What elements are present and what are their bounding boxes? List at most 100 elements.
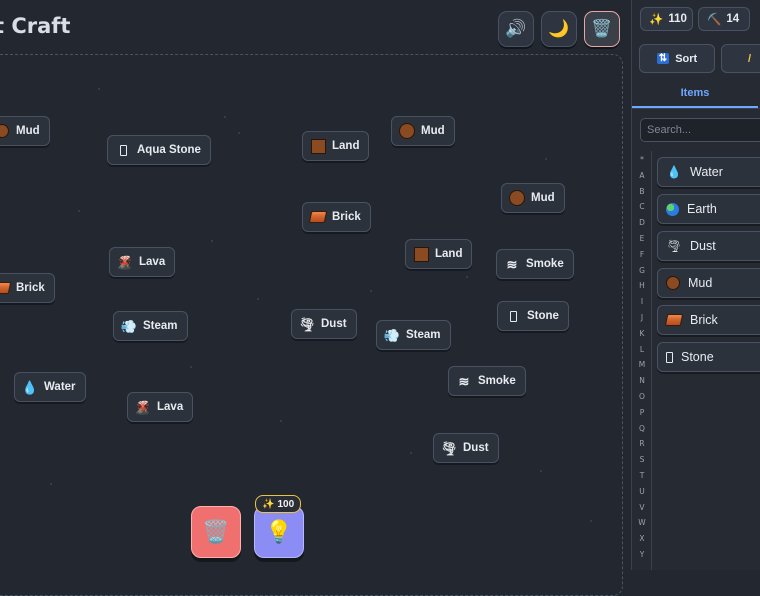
sidebar-item-water[interactable]: 💧 Water (657, 157, 760, 187)
wand-counter: ✨ 110 (640, 7, 693, 31)
dust-icon: 🌪 (440, 440, 458, 456)
mud-icon (399, 123, 415, 139)
canvas-element[interactable]: 🌋 Lava (127, 392, 194, 422)
alphabet-letter[interactable]: W (632, 518, 652, 527)
dust-icon: 🌪 (666, 239, 682, 253)
wand-icon: ✨ (649, 14, 664, 26)
sidebar-tabs: Items (632, 80, 760, 109)
canvas-element[interactable]: 🌋 Lava (109, 247, 176, 277)
canvas-element[interactable]: 💨 Steam (376, 320, 451, 350)
lava-icon: 🌋 (134, 399, 152, 415)
sidebar-item-dust[interactable]: 🌪 Dust (657, 231, 760, 261)
alphabet-letter[interactable]: B (632, 187, 652, 196)
water-icon: 💧 (666, 165, 682, 179)
sidebar-item-earth[interactable]: Earth (657, 194, 760, 224)
canvas-element[interactable]: Mud (501, 183, 565, 213)
clear-canvas-button[interactable]: 🗑️ (584, 11, 620, 47)
lightbulb-icon: 💡 (265, 519, 293, 544)
water-icon: 💧 (21, 379, 39, 395)
alphabet-letter[interactable]: T (632, 471, 652, 480)
alphabet-letter[interactable]: A (632, 171, 652, 180)
land-icon (413, 246, 429, 262)
hint-count-badge: ✨ 100 (255, 495, 302, 513)
brick-icon (0, 280, 12, 296)
hint-button[interactable]: 💡 (254, 506, 304, 558)
mud-icon (666, 276, 680, 290)
trash-icon: 🗑️ (202, 519, 230, 544)
smoke-icon: ≋ (506, 256, 518, 272)
search-input[interactable] (640, 118, 760, 142)
sort-icon: ⇅ (656, 53, 670, 64)
app-title: t Craft (0, 14, 71, 38)
wand-icon: / (748, 52, 752, 65)
alphabet-letter[interactable]: Q (632, 424, 652, 433)
canvas-element[interactable]: 🌪 Dust (433, 433, 499, 463)
alphabet-letter[interactable]: H (632, 281, 652, 290)
alphabet-letter[interactable]: Y (632, 550, 652, 559)
alphabet-letter[interactable]: X (632, 534, 652, 543)
alphabet-letter[interactable]: F (632, 250, 652, 259)
trash-icon: 🗑️ (591, 19, 613, 38)
alphabet-letter[interactable]: C (632, 202, 652, 211)
alphabet-letter[interactable]: O (632, 392, 652, 401)
lava-icon: 🌋 (116, 254, 134, 270)
alphabet-letter[interactable]: V (632, 503, 652, 512)
canvas-element[interactable]: Aqua Stone (107, 135, 211, 165)
alphabet-letter[interactable]: J (632, 313, 652, 322)
aqua-stone-icon (115, 142, 131, 158)
alphabet-letter[interactable]: M (632, 360, 652, 369)
sound-button[interactable]: 🔊 (498, 11, 534, 47)
speaker-icon: 🔊 (505, 19, 527, 38)
pickaxe-counter: ⛏️ 14 (698, 7, 750, 31)
pickaxe-icon: ⛏️ (707, 14, 722, 26)
canvas-element[interactable]: Land (302, 131, 370, 161)
canvas-element[interactable]: Mud (0, 116, 50, 146)
sidebar-item-brick[interactable]: Brick (657, 305, 760, 335)
wand-icon: ✨ (262, 498, 275, 510)
top-bar: t Craft 🔊 🌙 🗑️ (0, 0, 632, 56)
mud-icon (509, 190, 525, 206)
canvas-element[interactable]: 🌪 Dust (291, 309, 357, 339)
canvas-element[interactable]: ≋ Smoke (496, 249, 574, 279)
tool-button[interactable]: / (721, 44, 760, 73)
alphabet-letter[interactable]: E (632, 234, 652, 243)
alphabet-letter[interactable]: K (632, 329, 652, 338)
stone-icon (666, 351, 673, 363)
canvas-element[interactable]: Brick (302, 202, 371, 232)
trash-drop-button[interactable]: 🗑️ (191, 506, 241, 558)
alphabet-letter[interactable]: * (632, 155, 652, 164)
sidebar-item-stone[interactable]: Stone (657, 342, 760, 372)
sort-button[interactable]: ⇅ Sort (639, 44, 715, 73)
alphabet-letter[interactable]: R (632, 439, 652, 448)
dust-icon: 🌪 (298, 316, 316, 332)
alphabet-index: * A B C D E F G H I J K L M N O P Q R S T U V W X Y (632, 151, 652, 570)
smoke-icon: ≋ (458, 373, 470, 389)
canvas-element[interactable]: 💧 Water (14, 372, 86, 402)
steam-icon: 💨 (120, 318, 138, 334)
alphabet-letter[interactable]: S (632, 455, 652, 464)
theme-toggle-button[interactable]: 🌙 (541, 11, 577, 47)
canvas-element[interactable]: Stone (497, 301, 569, 331)
stone-icon (505, 308, 521, 324)
canvas-element[interactable]: Mud (391, 116, 455, 146)
alphabet-letter[interactable]: D (632, 218, 652, 227)
canvas-element[interactable]: Land (405, 239, 473, 269)
tab-items[interactable]: Items (632, 80, 758, 108)
alphabet-letter[interactable]: N (632, 376, 652, 385)
canvas-element[interactable]: Brick (0, 273, 55, 303)
sidebar-item-mud[interactable]: Mud (657, 268, 760, 298)
alphabet-letter[interactable]: U (632, 487, 652, 496)
alphabet-letter[interactable]: G (632, 266, 652, 275)
earth-icon (666, 202, 679, 216)
brick-icon (308, 209, 328, 225)
canvas-element[interactable]: ≋ Smoke (448, 366, 526, 396)
mud-icon (0, 123, 10, 139)
alphabet-letter[interactable]: P (632, 408, 652, 417)
alphabet-letter[interactable]: L (632, 345, 652, 354)
moon-icon: 🌙 (548, 19, 570, 38)
brick-icon (664, 314, 684, 326)
canvas-element[interactable]: 💨 Steam (113, 311, 188, 341)
land-icon (310, 138, 326, 154)
divider (651, 151, 652, 570)
alphabet-letter[interactable]: I (632, 297, 652, 306)
